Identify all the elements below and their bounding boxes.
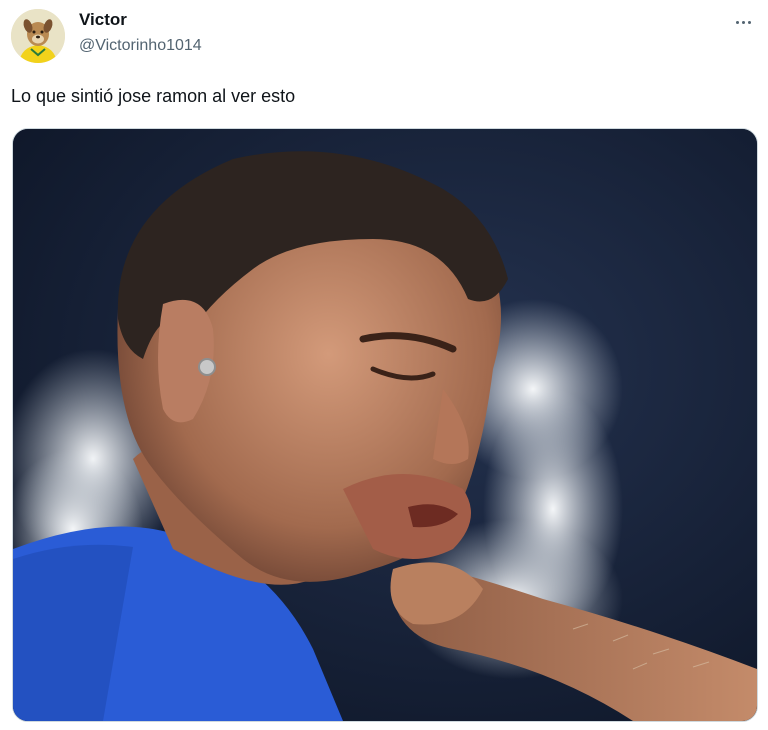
author-display-name[interactable]: Victor xyxy=(79,10,127,30)
more-options-button[interactable] xyxy=(728,10,758,34)
punch-photo-icon xyxy=(13,129,757,721)
author-avatar[interactable] xyxy=(11,9,65,63)
more-horizontal-icon xyxy=(735,20,739,24)
dog-avatar-icon xyxy=(11,9,65,63)
author-handle[interactable]: @Victorinho1014 xyxy=(79,37,202,55)
more-horizontal-icon xyxy=(741,20,745,24)
tweet-photo[interactable] xyxy=(12,128,758,722)
tweet-card[interactable]: Victor @Victorinho1014 Lo que sintió jos… xyxy=(0,0,768,730)
more-horizontal-icon xyxy=(747,20,751,24)
tweet-text: Lo que sintió jose ramon al ver esto xyxy=(11,86,296,106)
